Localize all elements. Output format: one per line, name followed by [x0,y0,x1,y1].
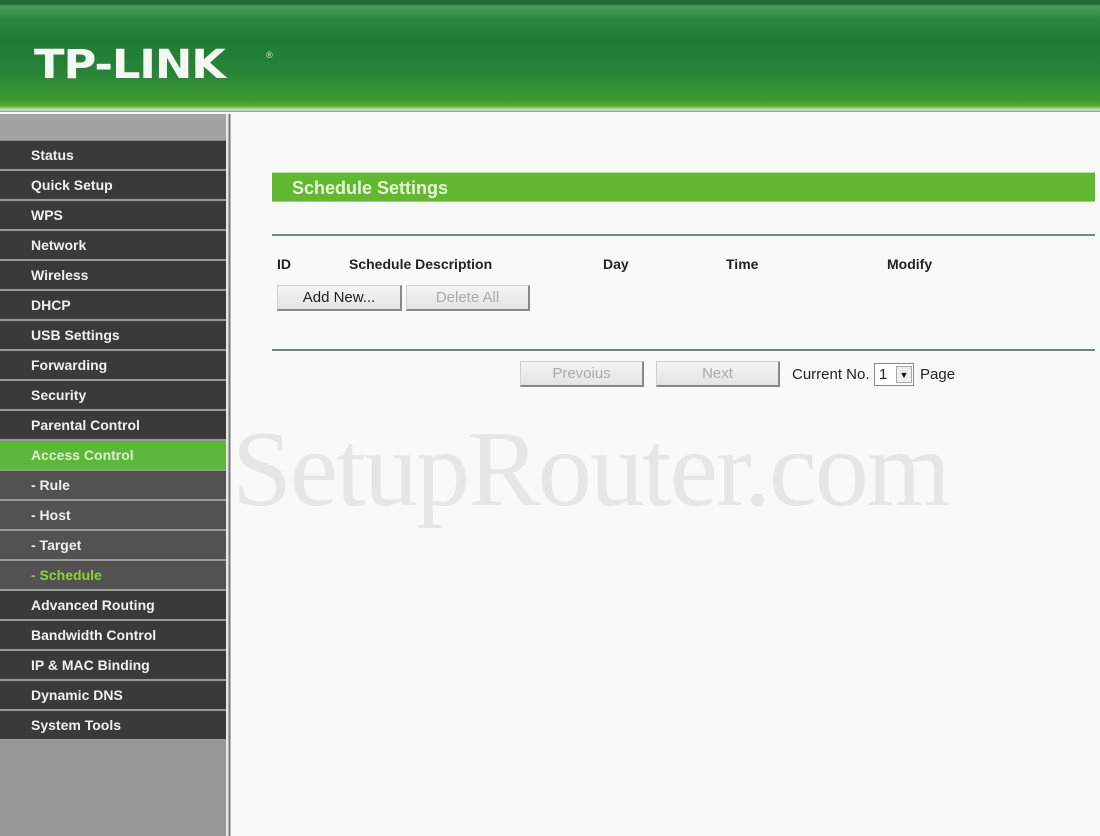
sidebar-item-bandwidth-control[interactable]: Bandwidth Control [0,621,226,651]
sidebar-item-target[interactable]: - Target [0,531,226,561]
current-no-label: Current No. [792,366,870,383]
sidebar-item-status[interactable]: Status [0,141,226,171]
header-banner: TP-LINK ® [0,0,1100,112]
tp-link-logo: TP-LINK [34,42,226,88]
sidebar-item-schedule[interactable]: - Schedule [0,561,226,591]
column-header-modify: Modify [887,256,933,272]
sidebar-item-quick-setup[interactable]: Quick Setup [0,171,226,201]
sidebar-item-network[interactable]: Network [0,231,226,261]
sidebar-item-wireless[interactable]: Wireless [0,261,226,291]
sidebar-item-system-tools[interactable]: System Tools [0,711,226,741]
add-new-button[interactable]: Add New... [277,285,402,311]
sidebar-item-dynamic-dns[interactable]: Dynamic DNS [0,681,226,711]
page-title: Schedule Settings [292,178,449,198]
section-title-bar: Schedule Settings [272,172,1095,202]
sidebar-item-parental-control[interactable]: Parental Control [0,411,226,441]
previous-button[interactable]: Prevoius [520,361,644,387]
sidebar: Status Quick Setup WPS Network Wireless DHCP U… [0,114,226,836]
sidebar-item-host[interactable]: - Host [0,501,226,531]
column-header-time: Time [726,256,759,272]
sidebar-item-usb-settings[interactable]: USB Settings [0,321,226,351]
sidebar-item-security[interactable]: Security [0,381,226,411]
column-header-id: ID [277,256,291,272]
column-header-day: Day [603,256,629,272]
sidebar-item-rule[interactable]: - Rule [0,471,226,501]
page-number-select[interactable]: 1 ▼ [874,363,914,386]
sidebar-item-dhcp[interactable]: DHCP [0,291,226,321]
column-header-description: Schedule Description [349,256,493,272]
sidebar-menu: Status Quick Setup WPS Network Wireless DHCP U… [0,141,226,741]
sidebar-item-advanced-routing[interactable]: Advanced Routing [0,591,226,621]
page-label: Page [920,366,956,383]
sidebar-item-access-control[interactable]: Access Control [0,441,226,471]
sidebar-top-spacer [0,114,226,141]
page-number-value: 1 [879,366,888,383]
registered-mark: ® [266,50,273,60]
table-top-divider [272,234,1095,236]
chevron-down-icon[interactable]: ▼ [896,366,912,383]
delete-all-button[interactable]: Delete All [406,285,530,311]
sidebar-item-forwarding[interactable]: Forwarding [0,351,226,381]
table-bottom-divider [272,349,1095,351]
content-area [232,114,1100,836]
sidebar-item-ip-and-mac-binding[interactable]: IP & MAC Binding [0,651,226,681]
sidebar-item-wps[interactable]: WPS [0,201,226,231]
next-button[interactable]: Next [656,361,780,387]
